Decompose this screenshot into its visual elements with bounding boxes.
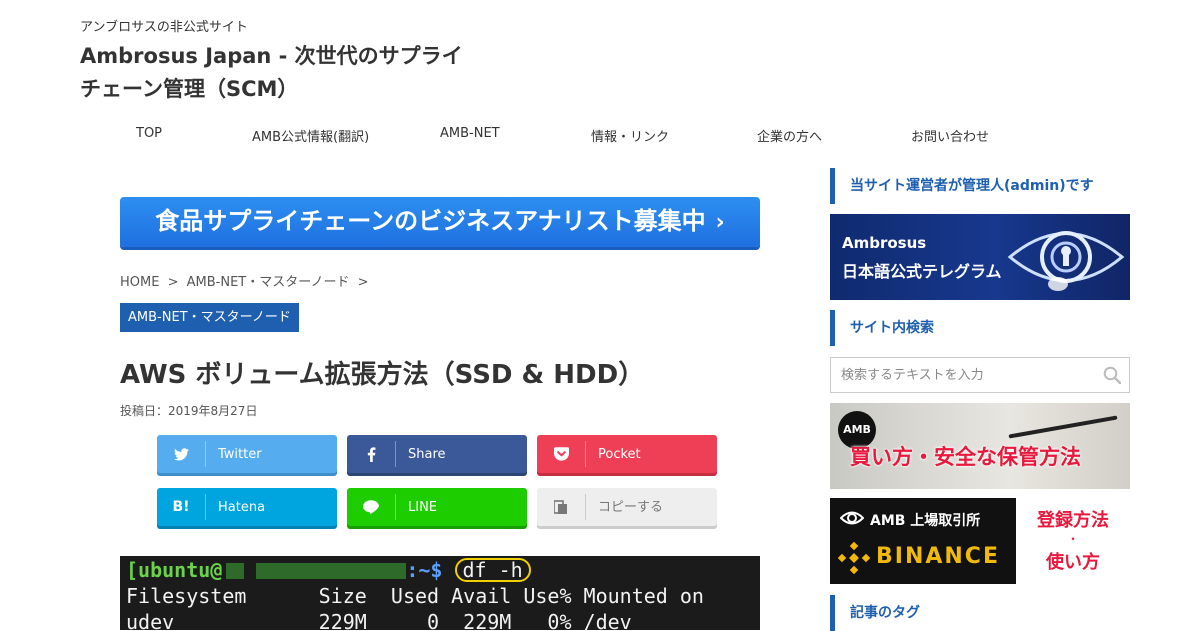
- site-title-line2[interactable]: チェーン管理（SCM）: [80, 73, 480, 106]
- site-tagline: アンブロサスの非公式サイト: [80, 20, 248, 35]
- share-facebook-button[interactable]: Share: [347, 435, 527, 473]
- site-title[interactable]: Ambrosus Japan - 次世代のサプライ チェーン管理（SCM）: [80, 40, 480, 106]
- terminal-output-row: udev 229M 0 229M 0% /dev: [126, 610, 632, 630]
- share-line-button[interactable]: LINE: [347, 488, 527, 526]
- copy-link-button[interactable]: コピーする: [537, 488, 717, 526]
- share-hatena-button[interactable]: B! Hatena: [157, 488, 337, 526]
- copy-icon: [537, 494, 586, 520]
- search-input[interactable]: [831, 358, 1091, 392]
- category-label[interactable]: AMB-NET・マスターノード: [120, 303, 299, 332]
- breadcrumb-separator: >: [357, 275, 369, 290]
- widget-title-admin: 当サイト運営者が管理人(admin)です: [830, 168, 1130, 204]
- telegram-banner-line2: 日本語公式テレグラム: [842, 262, 1002, 281]
- telegram-banner[interactable]: Ambrosus 日本語公式テレグラム: [830, 214, 1130, 300]
- facebook-icon: [347, 441, 396, 467]
- telegram-banner-line1: Ambrosus: [842, 234, 927, 252]
- share-pocket-label: Pocket: [598, 447, 641, 462]
- breadcrumb-home[interactable]: HOME: [120, 275, 159, 290]
- binance-exchange-label: AMB 上場取引所: [870, 513, 981, 529]
- nav-item-amb-net[interactable]: AMB-NET: [440, 126, 500, 141]
- line-chat-icon: [347, 494, 396, 520]
- global-nav: TOP AMB公式情報(翻訳) AMB-NET 情報・リンク 企業の方へ お問い…: [80, 126, 1120, 146]
- binance-diamond-icon: [838, 542, 870, 574]
- post-date: 投稿日：2019年8月27日: [120, 404, 258, 418]
- binance-register-text: 登録方法: [1037, 510, 1109, 531]
- post-title: AWS ボリューム拡張方法（SSD & HDD）: [120, 360, 645, 390]
- eye-logo-icon: [840, 511, 864, 525]
- recruit-banner-button[interactable]: 食品サプライチェーンのビジネスアナリスト募集中 ›: [120, 197, 760, 247]
- terminal-screenshot: [ubuntu@ :~$ df -h Filesystem Size Used A…: [120, 556, 760, 630]
- hatena-bookmark-icon: B!: [157, 494, 206, 520]
- breadcrumb: HOME > AMB-NET・マスターノード >: [120, 271, 373, 290]
- buy-guide-banner[interactable]: AMB 買い方・安全な保管方法: [830, 403, 1130, 489]
- share-twitter-label: Twitter: [218, 447, 262, 462]
- breadcrumb-separator: >: [167, 275, 179, 290]
- binance-banner[interactable]: AMB 上場取引所 BINANCE 登録方法 ・ 使い方: [830, 498, 1130, 584]
- share-twitter-button[interactable]: Twitter: [157, 435, 337, 473]
- binance-banner-right-panel: 登録方法 ・ 使い方: [1016, 498, 1130, 584]
- breadcrumb-category[interactable]: AMB-NET・マスターノード: [187, 275, 350, 290]
- nav-item-amb-official[interactable]: AMB公式情報(翻訳): [252, 126, 369, 145]
- share-hatena-label: Hatena: [218, 500, 266, 515]
- binance-usage-text: 使い方: [1046, 552, 1100, 573]
- redaction-block: [226, 563, 245, 579]
- redaction-block: [256, 563, 407, 579]
- binance-logo-text: BINANCE: [876, 544, 1000, 569]
- search-form: [830, 357, 1130, 393]
- ambrosus-eye-icon: [1007, 231, 1125, 291]
- nav-item-contact[interactable]: お問い合わせ: [911, 126, 989, 145]
- buy-guide-text: 買い方・安全な保管方法: [850, 445, 1081, 469]
- copy-link-label: コピーする: [598, 500, 664, 515]
- widget-title-tags: 記事のタグ: [830, 595, 1130, 631]
- terminal-header-row: Filesystem Size Used Avail Use% Mounted …: [126, 584, 704, 608]
- nav-item-for-companies[interactable]: 企業の方へ: [757, 126, 822, 145]
- nav-item-top[interactable]: TOP: [136, 126, 162, 141]
- pocket-icon: [537, 441, 586, 467]
- pen-illustration: [1008, 415, 1118, 439]
- share-facebook-label: Share: [408, 447, 446, 462]
- site-title-line1[interactable]: Ambrosus Japan - 次世代のサプライ: [80, 40, 480, 73]
- share-pocket-button[interactable]: Pocket: [537, 435, 717, 473]
- nav-item-info-links[interactable]: 情報・リンク: [591, 126, 669, 145]
- terminal-prompt-user: [ubuntu@: [126, 558, 223, 582]
- widget-title-search: サイト内検索: [830, 310, 1130, 346]
- binance-dot-separator: ・: [1066, 532, 1079, 546]
- twitter-bird-icon: [157, 441, 206, 467]
- chevron-right-icon: ›: [715, 210, 725, 235]
- terminal-prompt-row: [ubuntu@ :~$ df -h: [126, 558, 531, 582]
- search-icon[interactable]: [1103, 366, 1121, 384]
- share-line-label: LINE: [408, 500, 438, 515]
- terminal-command: df -h: [454, 558, 531, 582]
- terminal-prompt-path: :~$: [406, 558, 443, 582]
- recruit-banner-text: 食品サプライチェーンのビジネスアナリスト募集中: [155, 207, 706, 235]
